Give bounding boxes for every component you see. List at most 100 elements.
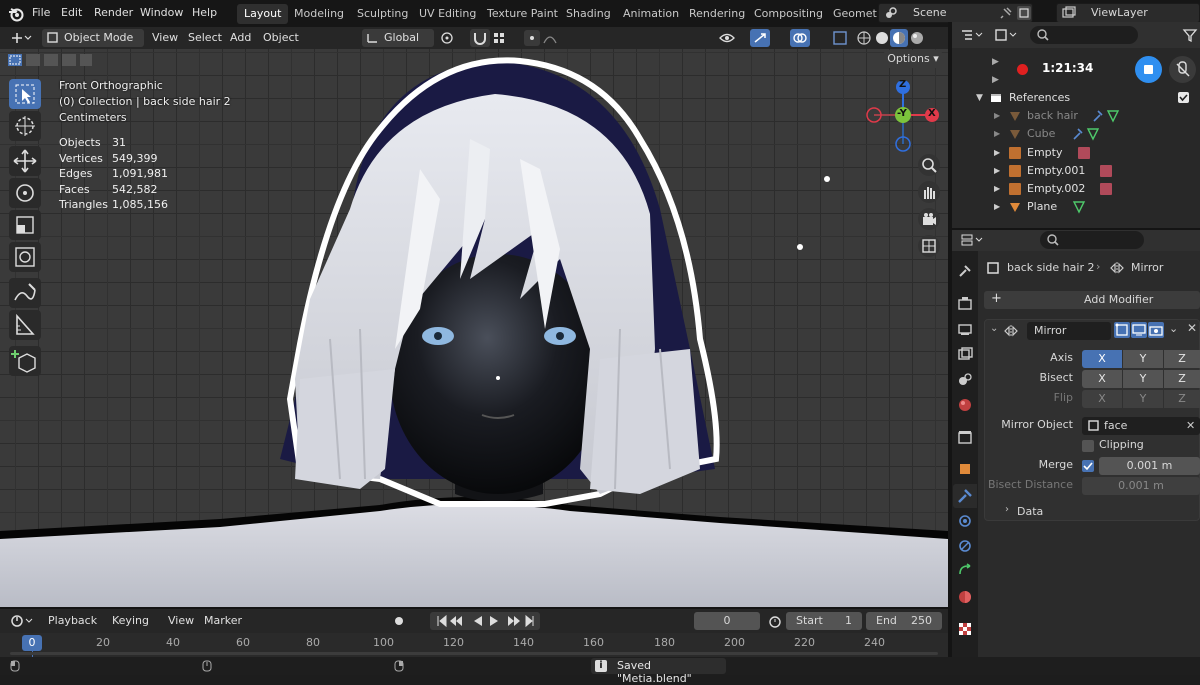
rendered-shading-icon[interactable] (909, 30, 925, 46)
menu-view[interactable]: View (152, 27, 178, 49)
modifier-tab-icon[interactable] (953, 484, 977, 508)
merge-distance-field[interactable]: 0.001 m (1099, 457, 1200, 475)
particles-tab-icon[interactable] (956, 512, 974, 530)
menu-select[interactable]: Select (188, 27, 222, 49)
current-frame-field[interactable]: 0 (694, 612, 760, 630)
pan-hand-icon[interactable] (918, 181, 940, 203)
overlays-toggle-icon[interactable] (790, 29, 810, 47)
perspective-toggle-icon[interactable] (918, 235, 940, 257)
zoom-icon[interactable] (918, 154, 940, 176)
bisect-z-toggle[interactable]: Z (1164, 370, 1200, 388)
menu-marker[interactable]: Marker (204, 610, 242, 632)
object-tab-icon[interactable] (956, 460, 974, 478)
area-divider[interactable] (952, 228, 1200, 230)
gizmo-toggle-icon[interactable] (750, 29, 770, 47)
constraints-tab-icon[interactable] (956, 562, 974, 580)
visibility-icon[interactable] (718, 30, 744, 46)
outliner-item[interactable]: ▶ back hair (952, 107, 1200, 125)
bisect-x-toggle[interactable]: X (1082, 370, 1122, 388)
menu-object[interactable]: Object (263, 27, 299, 49)
outliner-item[interactable]: ▶ Cube (952, 125, 1200, 143)
timeline-scrollbar[interactable] (10, 652, 938, 655)
menu-playback[interactable]: Playback (48, 610, 97, 632)
physics-tab-icon[interactable] (956, 537, 974, 555)
mirror-object-field[interactable]: face ✕ (1082, 417, 1200, 435)
snap-target-icon[interactable] (492, 31, 514, 45)
viewport-display-toggle-icon[interactable] (1131, 322, 1147, 338)
playhead[interactable]: 0 (22, 635, 42, 651)
menu-timeline-view[interactable]: View (168, 610, 194, 632)
pivot-point-icon[interactable] (440, 31, 466, 45)
tab-rendering[interactable]: Rendering (682, 4, 752, 24)
pin-icon[interactable] (999, 6, 1013, 20)
collection-tab-icon[interactable] (956, 428, 974, 446)
outliner-item[interactable]: ▶ Empty.001 (952, 162, 1200, 180)
area-divider[interactable] (0, 607, 948, 609)
tab-animation[interactable]: Animation (616, 4, 686, 24)
falloff-icon[interactable] (542, 31, 566, 45)
stop-recording-button[interactable] (1135, 56, 1162, 83)
display-mode-icon[interactable] (994, 28, 1020, 42)
flip-x-toggle[interactable]: X (1082, 390, 1122, 408)
frame-ruler[interactable]: 0 20 40 60 80 100 120 140 160 180 200 22… (0, 633, 948, 657)
3d-viewport[interactable]: Front Orthographic (0) Collection | back… (0, 49, 948, 607)
expand-arrow-icon[interactable]: ▶ (994, 162, 1000, 180)
scene-selector[interactable]: Scene (878, 3, 1033, 23)
tab-shading[interactable]: Shading (559, 4, 618, 24)
view-layer-tab-icon[interactable] (956, 345, 974, 363)
modifier-name-field[interactable]: Mirror (1027, 322, 1111, 340)
collapse-arrow-icon[interactable]: ▼ (976, 89, 983, 107)
tab-sculpting[interactable]: Sculpting (350, 4, 415, 24)
properties-editor-icon[interactable] (960, 233, 988, 247)
timeline-editor-icon[interactable] (10, 614, 34, 628)
expand-arrow-icon[interactable]: ▶ (992, 75, 999, 85)
outliner-item[interactable]: ▶ Empty.002 (952, 180, 1200, 198)
texture-tab-icon[interactable] (956, 620, 974, 638)
outliner-item[interactable]: ▶ Plane (952, 198, 1200, 216)
menu-render[interactable]: Render (94, 0, 133, 27)
bisect-distance-field[interactable]: 0.001 m (1082, 477, 1200, 495)
axis-x-toggle[interactable]: X (1082, 350, 1122, 368)
mute-microphone-button[interactable] (1169, 56, 1196, 83)
tool-tab-icon[interactable] (956, 262, 974, 280)
start-frame-field[interactable]: Start 1 (786, 612, 862, 630)
character-model[interactable] (0, 49, 948, 607)
scene-tab-icon[interactable] (956, 370, 974, 388)
expand-arrow-icon[interactable]: ▶ (994, 198, 1000, 216)
expand-arrow-icon[interactable]: ▶ (992, 57, 999, 67)
output-tab-icon[interactable] (956, 320, 974, 338)
outliner-search-input[interactable] (1030, 26, 1138, 44)
auto-keying-icon[interactable] (392, 614, 420, 628)
expand-arrow-icon[interactable]: ▶ (994, 107, 1000, 125)
tab-layout[interactable]: Layout (237, 4, 289, 24)
menu-edit[interactable]: Edit (61, 0, 82, 27)
clear-field-icon[interactable]: ✕ (1186, 417, 1195, 435)
tab-texture-paint[interactable]: Texture Paint (480, 4, 565, 24)
tab-uv-editing[interactable]: UV Editing (412, 4, 483, 24)
wireframe-shading-icon[interactable] (856, 30, 872, 46)
data-subpanel-label[interactable]: Data (1017, 505, 1043, 518)
world-tab-icon[interactable] (956, 396, 974, 414)
material-tab-icon[interactable] (956, 588, 974, 606)
properties-search-input[interactable] (1040, 231, 1144, 249)
render-toggle-icon[interactable] (1148, 322, 1164, 338)
add-modifier-button[interactable]: + Add Modifier (984, 291, 1200, 309)
outliner-item[interactable]: ▶ Empty (952, 144, 1200, 162)
area-divider[interactable] (948, 22, 952, 657)
snap-icon[interactable] (470, 29, 490, 47)
navigation-gizmo[interactable]: Z -Y X (864, 79, 942, 153)
outliner-editor-icon[interactable] (960, 28, 986, 42)
stopwatch-icon[interactable] (767, 614, 783, 628)
edit-mode-toggle-icon[interactable] (1114, 322, 1130, 338)
bisect-y-toggle[interactable]: Y (1123, 370, 1163, 388)
menu-keying[interactable]: Keying (112, 610, 149, 632)
dropdown-arrow-icon[interactable]: ⌄ (1169, 322, 1178, 335)
filter-icon[interactable] (1182, 28, 1198, 42)
editor-type-icon[interactable] (10, 31, 32, 45)
axis-z-toggle[interactable]: Z (1164, 350, 1200, 368)
remove-modifier-icon[interactable]: ✕ (1187, 321, 1197, 335)
expand-arrow-icon[interactable]: ▶ (994, 125, 1000, 143)
clipping-checkbox[interactable] (1082, 440, 1094, 452)
flip-z-toggle[interactable]: Z (1164, 390, 1200, 408)
tab-geometry-nodes[interactable]: Geomet (826, 4, 884, 24)
